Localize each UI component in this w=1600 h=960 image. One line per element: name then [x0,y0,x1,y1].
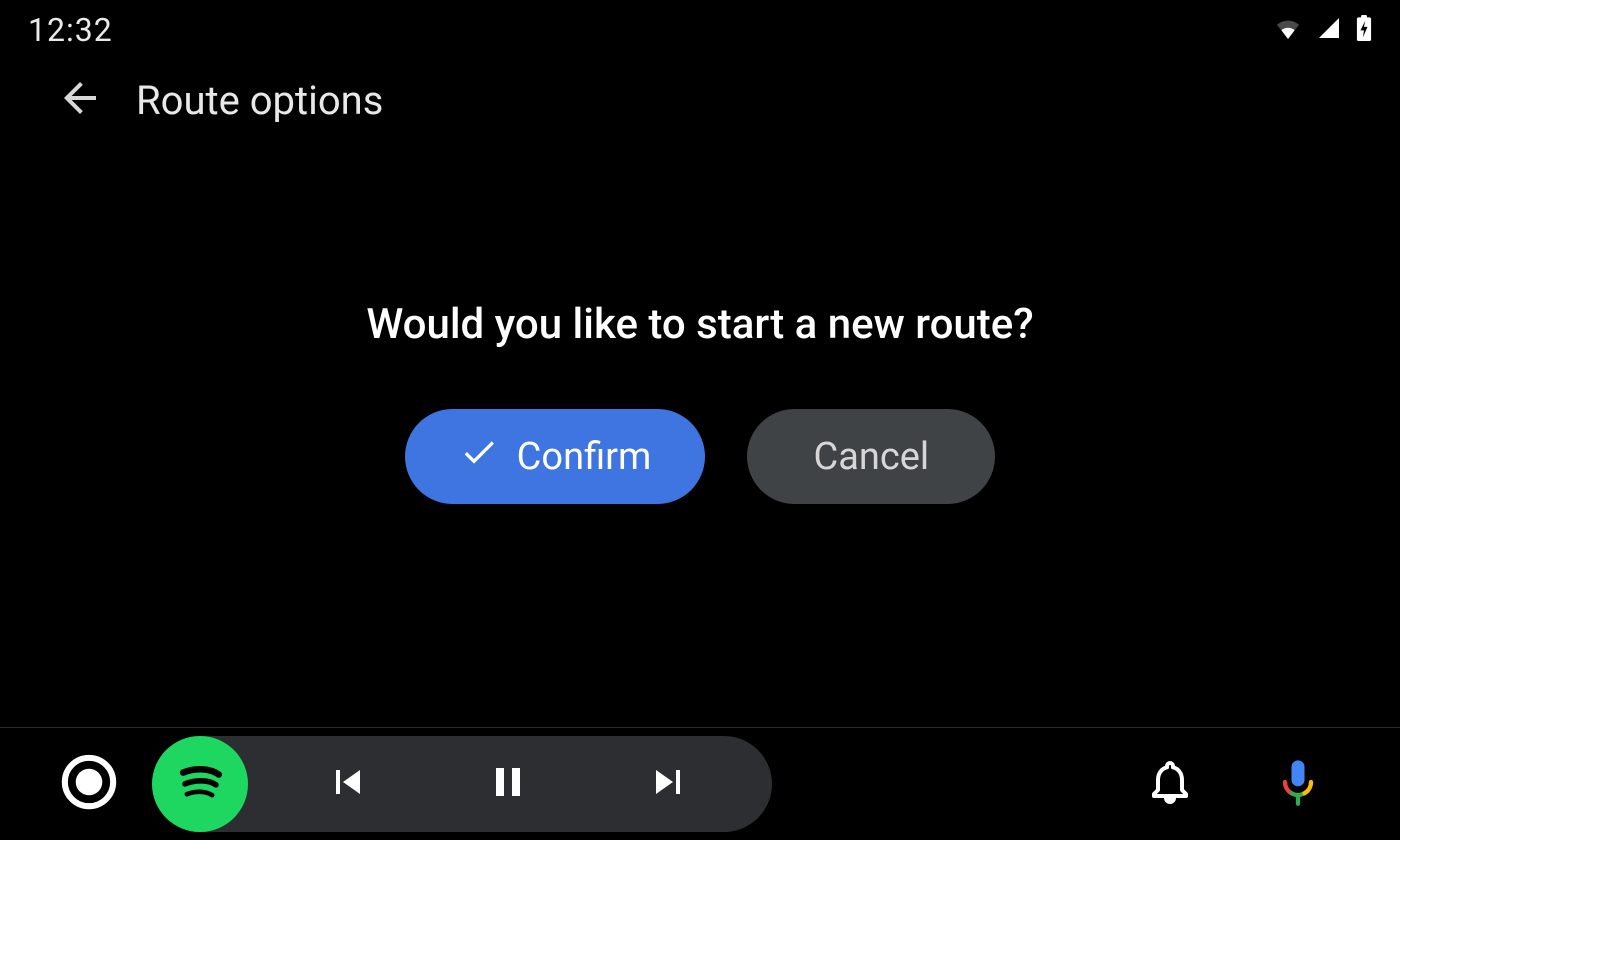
status-bar: 12:32 [0,0,1400,60]
page-title: Route options [136,77,383,124]
home-circle-icon [60,796,118,815]
media-controls [152,736,772,832]
voice-assistant-button[interactable] [1256,742,1340,826]
spotify-icon [170,752,230,816]
check-icon [459,432,499,482]
wifi-icon [1274,17,1302,43]
status-clock: 12:32 [28,11,113,49]
dialog-actions: Confirm Cancel [405,409,996,504]
notifications-button[interactable] [1128,742,1212,826]
cell-signal-icon [1316,17,1342,43]
skip-next-icon [644,758,692,810]
cancel-button-label: Cancel [813,435,929,479]
confirm-button-label: Confirm [517,435,652,479]
back-arrow-icon [56,74,104,126]
screen: 12:32 [0,0,1400,840]
confirm-button[interactable]: Confirm [405,409,706,504]
app-header: Route options [0,60,1400,140]
play-pause-button[interactable] [428,736,588,832]
status-icons [1274,15,1372,45]
next-track-button[interactable] [588,736,748,832]
home-button[interactable] [60,753,118,815]
back-button[interactable] [48,68,112,132]
skip-previous-icon [324,758,372,810]
battery-charging-icon [1356,15,1372,45]
dialog: Would you like to start a new route? Con… [0,300,1400,504]
dialog-prompt: Would you like to start a new route? [366,300,1033,349]
previous-track-button[interactable] [268,736,428,832]
media-app-button[interactable] [152,736,248,832]
mic-icon [1272,756,1324,812]
notifications-icon [1146,758,1194,810]
cancel-button[interactable]: Cancel [747,409,995,504]
pause-icon [484,758,532,810]
system-bar [0,728,1400,840]
